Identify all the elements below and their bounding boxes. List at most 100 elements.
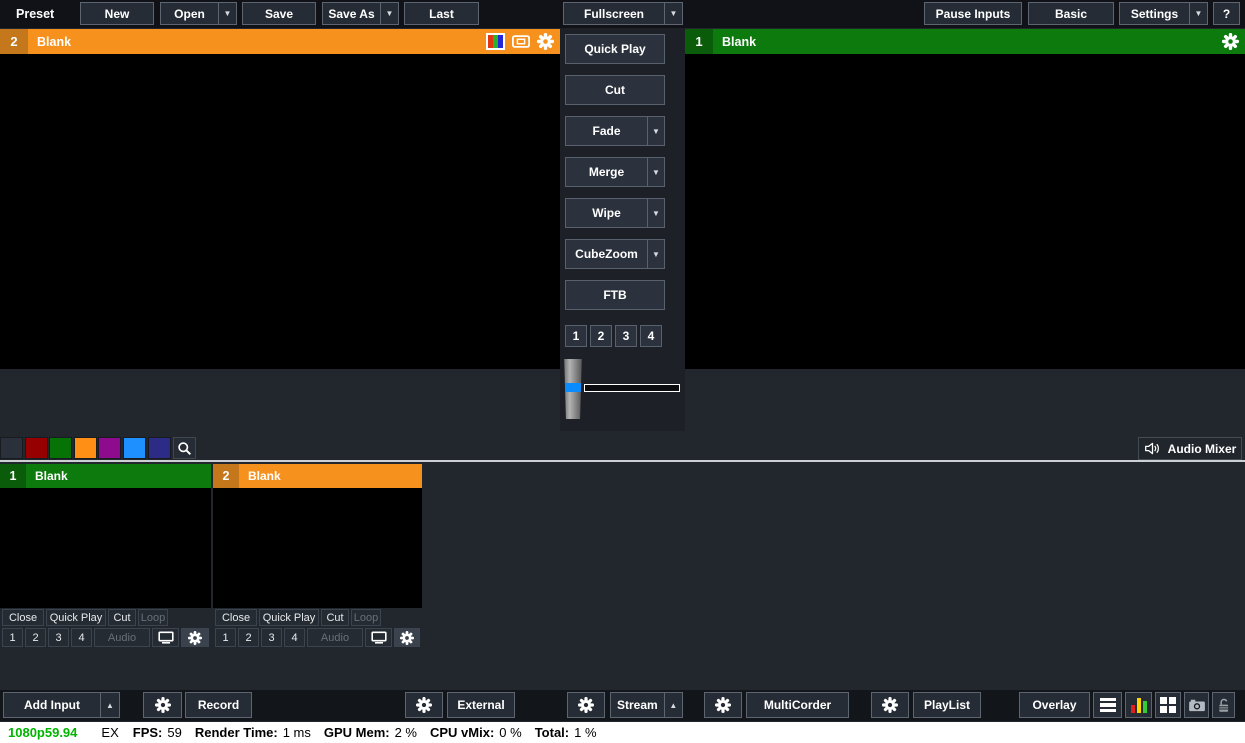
- gear-icon[interactable]: [537, 33, 554, 50]
- fullscreen-output-button[interactable]: [152, 628, 179, 647]
- stream-dropdown-arrow[interactable]: ▲: [663, 693, 682, 717]
- gear-icon: [578, 697, 594, 713]
- program-header[interactable]: 1 Blank: [685, 29, 1245, 54]
- merge-dropdown-arrow[interactable]: ▼: [647, 158, 664, 186]
- audio-meters-icon: [1130, 697, 1147, 713]
- position-2-button[interactable]: 2: [238, 628, 259, 647]
- overlay-2-button[interactable]: 2: [590, 325, 612, 347]
- close-button[interactable]: Close: [215, 609, 257, 626]
- category-swatch-green[interactable]: [49, 437, 72, 459]
- cut-button[interactable]: Cut: [108, 609, 136, 626]
- status-bar: 1080p59.94 EX FPS: 59 Render Time: 1 ms GP…: [0, 722, 1245, 743]
- fade-dropdown-arrow[interactable]: ▼: [647, 117, 664, 145]
- settings-button[interactable]: Settings ▼: [1119, 2, 1208, 25]
- fullscreen-dropdown-arrow[interactable]: ▼: [664, 3, 682, 24]
- position-3-button[interactable]: 3: [48, 628, 69, 647]
- input-video-area[interactable]: [0, 488, 211, 608]
- quick-play-button[interactable]: Quick Play: [46, 609, 106, 626]
- playlist-settings-button[interactable]: [871, 692, 909, 718]
- input-settings-button[interactable]: [181, 628, 209, 647]
- category-swatch-blue[interactable]: [123, 437, 146, 459]
- category-swatch-red[interactable]: [25, 437, 48, 459]
- position-2-button[interactable]: 2: [25, 628, 46, 647]
- category-swatch-purple[interactable]: [98, 437, 121, 459]
- basic-button[interactable]: Basic: [1028, 2, 1114, 25]
- overlay-1-button[interactable]: 1: [565, 325, 587, 347]
- preview-header[interactable]: 2 Blank: [0, 29, 560, 54]
- overlay-3-button[interactable]: 3: [615, 325, 637, 347]
- multiview-button[interactable]: [1155, 692, 1181, 718]
- gear-icon: [715, 697, 731, 713]
- gpu-mem-value: 2 %: [394, 725, 417, 740]
- open-dropdown-arrow[interactable]: ▼: [218, 3, 236, 24]
- multicorder-settings-button[interactable]: [704, 692, 742, 718]
- shortcuts-button[interactable]: [1093, 692, 1122, 718]
- audio-button[interactable]: Audio: [307, 628, 363, 647]
- open-button[interactable]: Open ▼: [160, 2, 237, 25]
- save-as-button[interactable]: Save As ▼: [322, 2, 399, 25]
- record-settings-button[interactable]: [143, 692, 182, 718]
- playlist-button[interactable]: PlayList: [913, 692, 981, 718]
- position-4-button[interactable]: 4: [284, 628, 305, 647]
- category-swatch-none[interactable]: [0, 437, 23, 459]
- cubezoom-dropdown-arrow[interactable]: ▼: [647, 240, 664, 268]
- audio-button[interactable]: Audio: [94, 628, 150, 647]
- speaker-icon: [1144, 441, 1161, 456]
- gear-icon: [188, 631, 202, 645]
- new-button[interactable]: New: [80, 2, 154, 25]
- external-settings-button[interactable]: [405, 692, 443, 718]
- search-button[interactable]: [173, 437, 196, 459]
- pause-inputs-button[interactable]: Pause Inputs: [924, 2, 1022, 25]
- monitor-icon[interactable]: [512, 35, 530, 48]
- quick-play-button[interactable]: Quick Play: [259, 609, 319, 626]
- save-button[interactable]: Save: [242, 2, 316, 25]
- settings-dropdown-arrow[interactable]: ▼: [1189, 3, 1207, 24]
- input-video-area[interactable]: [213, 488, 422, 608]
- ftb-button[interactable]: FTB: [565, 280, 665, 310]
- record-button[interactable]: Record: [185, 692, 252, 718]
- add-input-dropdown-arrow[interactable]: ▲: [100, 693, 119, 717]
- audio-mixer-button[interactable]: Audio Mixer: [1138, 437, 1242, 460]
- colorbars-icon[interactable]: [486, 33, 505, 50]
- position-3-button[interactable]: 3: [261, 628, 282, 647]
- snapshot-button[interactable]: [1184, 692, 1209, 718]
- cubezoom-button[interactable]: CubeZoom ▼: [565, 239, 665, 269]
- overlay-4-button[interactable]: 4: [640, 325, 662, 347]
- fade-button[interactable]: Fade ▼: [565, 116, 665, 146]
- loop-button[interactable]: Loop: [351, 609, 381, 626]
- cut-button[interactable]: Cut: [565, 75, 665, 105]
- stream-button[interactable]: Stream ▲: [610, 692, 683, 718]
- stream-settings-button[interactable]: [567, 692, 605, 718]
- last-button[interactable]: Last: [404, 2, 479, 25]
- category-swatch-orange[interactable]: [74, 437, 97, 459]
- help-button[interactable]: ?: [1213, 2, 1240, 25]
- loop-button[interactable]: Loop: [138, 609, 168, 626]
- position-1-button[interactable]: 1: [2, 628, 23, 647]
- cpu-vmix-label: CPU vMix:: [430, 725, 495, 740]
- overlay-button[interactable]: Overlay: [1019, 692, 1090, 718]
- quick-play-button[interactable]: Quick Play: [565, 34, 665, 64]
- fullscreen-button[interactable]: Fullscreen ▼: [563, 2, 683, 25]
- add-input-button[interactable]: Add Input ▲: [3, 692, 120, 718]
- input-title: Blank: [248, 469, 281, 483]
- fullscreen-output-button[interactable]: [365, 628, 392, 647]
- multicorder-button[interactable]: MultiCorder: [746, 692, 849, 718]
- input-header[interactable]: 2 Blank: [213, 464, 422, 488]
- input-settings-button[interactable]: [394, 628, 420, 647]
- input-header[interactable]: 1 Blank: [0, 464, 211, 488]
- wipe-dropdown-arrow[interactable]: ▼: [647, 199, 664, 227]
- cut-button[interactable]: Cut: [321, 609, 349, 626]
- save-as-dropdown-arrow[interactable]: ▼: [380, 3, 398, 24]
- gear-icon[interactable]: [1222, 33, 1239, 50]
- position-4-button[interactable]: 4: [71, 628, 92, 647]
- bottom-toolbar: Add Input ▲ Record External Stream ▲ Mul…: [0, 690, 1245, 721]
- audio-meters-button[interactable]: [1125, 692, 1152, 718]
- wipe-button[interactable]: Wipe ▼: [565, 198, 665, 228]
- external-button[interactable]: External: [447, 692, 515, 718]
- category-swatch-navy[interactable]: [148, 437, 171, 459]
- gear-icon: [155, 697, 171, 713]
- lock-button[interactable]: [1212, 692, 1235, 718]
- position-1-button[interactable]: 1: [215, 628, 236, 647]
- merge-button[interactable]: Merge ▼: [565, 157, 665, 187]
- close-button[interactable]: Close: [2, 609, 44, 626]
